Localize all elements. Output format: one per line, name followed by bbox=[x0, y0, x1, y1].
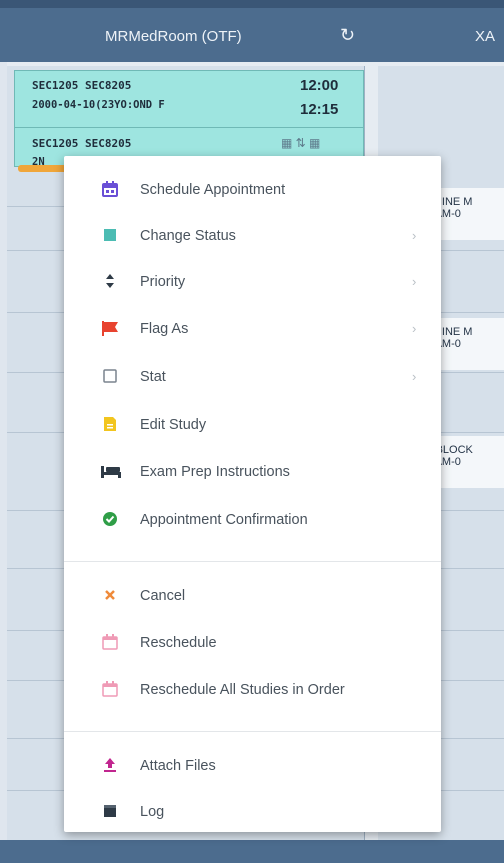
checkbox-icon bbox=[100, 367, 120, 387]
menu-item-label: Stat bbox=[140, 369, 166, 385]
menu-item-label: Edit Study bbox=[140, 417, 207, 433]
sort-arrows-icon bbox=[100, 272, 120, 292]
cancel-icon bbox=[100, 586, 120, 606]
menu-item-label: Reschedule bbox=[140, 635, 217, 651]
header-strip bbox=[0, 0, 504, 8]
menu-item-stat[interactable]: Stat › bbox=[64, 359, 441, 399]
menu-item-label: Exam Prep Instructions bbox=[140, 464, 290, 480]
menu-item-reschedule-all[interactable]: Reschedule All Studies in Order bbox=[64, 672, 441, 712]
calendar-icon bbox=[100, 180, 120, 200]
room-title[interactable]: MRMedRoom (OTF) bbox=[105, 28, 242, 45]
status-square-icon bbox=[100, 226, 120, 246]
bed-icon bbox=[100, 462, 121, 482]
menu-item-label: Appointment Confirmation bbox=[140, 512, 308, 528]
chevron-right-icon: › bbox=[412, 321, 417, 336]
menu-item-cancel[interactable]: Cancel bbox=[64, 578, 441, 618]
menu-item-exam-prep-instructions[interactable]: Exam Prep Instructions bbox=[64, 454, 441, 494]
appointment-status-icons: ▦ ⇅ ▦ bbox=[281, 136, 321, 150]
menu-item-reschedule[interactable]: Reschedule bbox=[64, 625, 441, 665]
menu-item-schedule-appointment[interactable]: Schedule Appointment bbox=[64, 172, 441, 212]
menu-item-attach-files[interactable]: Attach Files bbox=[64, 748, 441, 788]
calendar-reschedule-all-icon bbox=[100, 680, 120, 700]
menu-item-appointment-confirmation[interactable]: Appointment Confirmation bbox=[64, 502, 441, 542]
menu-item-label: Log bbox=[140, 804, 165, 820]
log-icon bbox=[100, 802, 120, 822]
room-title-next[interactable]: XA bbox=[475, 28, 495, 45]
edit-document-icon bbox=[100, 415, 120, 435]
check-circle-icon bbox=[100, 510, 120, 530]
footer-bar bbox=[0, 840, 504, 863]
menu-item-change-status[interactable]: Change Status › bbox=[64, 218, 441, 258]
menu-item-label: Reschedule All Studies in Order bbox=[140, 682, 345, 698]
chevron-right-icon: › bbox=[412, 369, 417, 384]
menu-divider bbox=[64, 561, 441, 562]
menu-item-label: Change Status bbox=[140, 228, 236, 244]
context-menu: Schedule Appointment Change Status › Pri… bbox=[64, 156, 441, 832]
menu-item-label: Attach Files bbox=[140, 758, 216, 774]
appointment-title-2: SEC1205 SEC8205 bbox=[32, 137, 132, 150]
end-time: 12:15 bbox=[300, 101, 339, 118]
menu-item-priority[interactable]: Priority › bbox=[64, 264, 441, 304]
refresh-icon[interactable]: ↻ bbox=[340, 25, 355, 46]
appointment-title: SEC1205 SEC8205 bbox=[32, 79, 132, 92]
appointment-subtitle: 2000-04-10(23YO:OND F bbox=[32, 99, 165, 111]
start-time: 12:00 bbox=[300, 77, 339, 94]
upload-icon bbox=[100, 756, 120, 776]
menu-item-edit-study[interactable]: Edit Study bbox=[64, 407, 441, 447]
menu-item-label: Schedule Appointment bbox=[140, 182, 286, 198]
chevron-right-icon: › bbox=[412, 228, 417, 243]
menu-item-label: Flag As bbox=[140, 321, 189, 337]
menu-item-flag-as[interactable]: Flag As › bbox=[64, 311, 441, 351]
flag-icon bbox=[100, 319, 120, 339]
room-header: MRMedRoom (OTF) ↻ XA bbox=[0, 0, 504, 62]
menu-divider bbox=[64, 731, 441, 732]
menu-item-label: Cancel bbox=[140, 588, 186, 604]
menu-item-log[interactable]: Log bbox=[64, 794, 441, 834]
menu-item-label: Priority bbox=[140, 274, 186, 290]
chevron-right-icon: › bbox=[412, 274, 417, 289]
calendar-reschedule-icon bbox=[100, 633, 120, 653]
